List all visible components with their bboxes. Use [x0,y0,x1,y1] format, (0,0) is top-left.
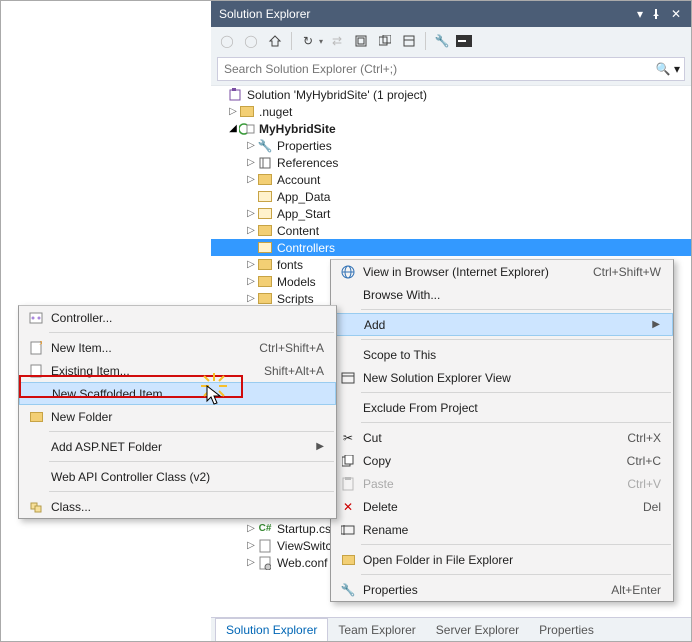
menu-new-view[interactable]: New Solution Explorer View [331,366,673,389]
submenu-arrow-icon: ▶ [316,441,324,452]
refresh-icon[interactable]: ↻ [298,31,318,51]
pin-icon[interactable] [651,9,665,19]
add-submenu: Controller... ✶New Item...Ctrl+Shift+A E… [18,305,337,519]
menu-open-folder[interactable]: Open Folder in File Explorer [331,548,673,571]
menu-add[interactable]: Add▶ [331,313,673,336]
menu-new-item[interactable]: ✶New Item...Ctrl+Shift+A [19,336,336,359]
sync-icon[interactable]: ⇄ [327,31,347,51]
forward-icon[interactable]: ◯ [241,31,261,51]
menu-exclude[interactable]: Exclude From Project [331,396,673,419]
menu-new-folder[interactable]: New Folder [19,405,336,428]
menu-properties[interactable]: 🔧PropertiesAlt+Enter [331,578,673,601]
menu-delete[interactable]: ✕DeleteDel [331,495,673,518]
appdata-node[interactable]: App_Data [211,188,691,205]
toolbar: ◯ ◯ ↻▾ ⇄ 🔧 [211,27,691,55]
menu-asp-net-folder[interactable]: Add ASP.NET Folder▶ [19,435,336,458]
menu-new-scaffolded-item[interactable]: New Scaffolded Item... [19,382,336,405]
tab-server-explorer[interactable]: Server Explorer [426,619,529,641]
tab-team-explorer[interactable]: Team Explorer [328,619,425,641]
svg-text:✶: ✶ [38,341,42,350]
appstart-node[interactable]: ▷App_Start [211,205,691,222]
menu-existing-item[interactable]: Existing Item...Shift+Alt+A [19,359,336,382]
project-node[interactable]: ◢MyHybridSite [211,120,691,137]
properties-icon[interactable] [399,31,419,51]
close-icon[interactable]: ✕ [669,7,683,21]
dropdown-icon[interactable]: ▾ [633,7,647,21]
menu-web-api-controller[interactable]: Web API Controller Class (v2) [19,465,336,488]
menu-copy[interactable]: CopyCtrl+C [331,449,673,472]
tab-solution-explorer[interactable]: Solution Explorer [215,618,328,641]
preview-icon[interactable] [456,35,472,47]
collapse-icon[interactable] [351,31,371,51]
show-all-icon[interactable] [375,31,395,51]
search-input[interactable] [218,62,652,76]
nuget-node[interactable]: ▷.nuget [211,103,691,120]
menu-cut[interactable]: ✂CutCtrl+X [331,426,673,449]
properties-node[interactable]: ▷🔧Properties [211,137,691,154]
menu-browse-with[interactable]: Browse With... [331,283,673,306]
menu-view-in-browser[interactable]: View in Browser (Internet Explorer)Ctrl+… [331,260,673,283]
wrench-icon[interactable]: 🔧 [432,31,452,51]
menu-controller[interactable]: Controller... [19,306,336,329]
references-node[interactable]: ▷References [211,154,691,171]
search-bar[interactable]: 🔍▾ [217,57,685,81]
controllers-node[interactable]: Controllers [211,239,691,256]
back-icon[interactable]: ◯ [217,31,237,51]
submenu-arrow-icon: ▶ [652,319,660,330]
menu-class[interactable]: Class... [19,495,336,518]
search-icon[interactable]: 🔍 [652,62,674,76]
menu-rename[interactable]: Rename [331,518,673,541]
home-icon[interactable] [265,31,285,51]
panel-titlebar: Solution Explorer ▾ ✕ [211,1,691,27]
menu-paste: PasteCtrl+V [331,472,673,495]
tab-properties[interactable]: Properties [529,619,604,641]
menu-scope-to-this[interactable]: Scope to This [331,343,673,366]
panel-tabs: Solution Explorer Team Explorer Server E… [211,617,691,641]
account-node[interactable]: ▷Account [211,171,691,188]
solution-node[interactable]: Solution 'MyHybridSite' (1 project) [211,86,691,103]
context-menu: View in Browser (Internet Explorer)Ctrl+… [330,259,674,602]
panel-title: Solution Explorer [219,7,629,21]
content-node[interactable]: ▷Content [211,222,691,239]
